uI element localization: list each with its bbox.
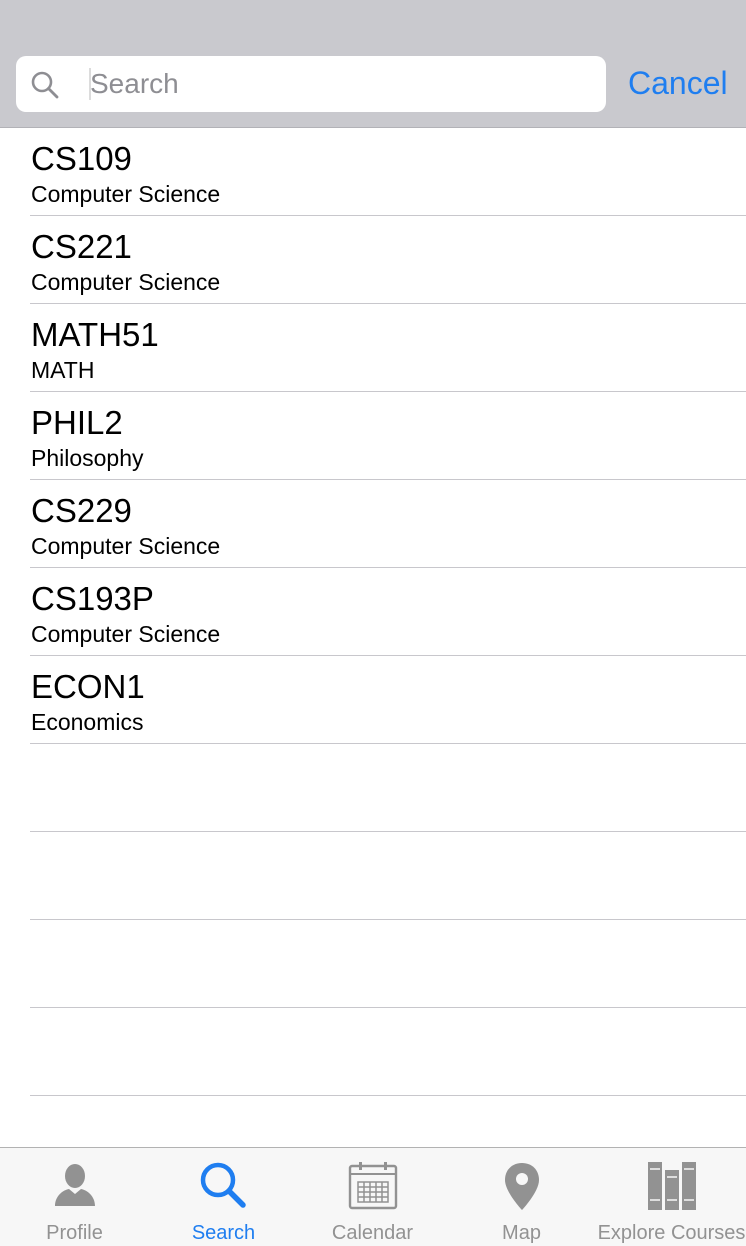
tab-label: Profile	[46, 1222, 103, 1244]
search-header: Cancel	[0, 0, 746, 128]
course-department: MATH	[31, 357, 95, 383]
course-code: CS221	[31, 228, 132, 265]
course-department: Computer Science	[31, 621, 221, 647]
list-item[interactable]: ECON1 Economics	[0, 656, 746, 744]
tab-label: Calendar	[331, 1222, 414, 1244]
tab-search[interactable]: Search	[149, 1148, 298, 1246]
search-icon	[31, 71, 59, 99]
list-item[interactable]: CS221 Computer Science	[0, 216, 746, 304]
list-item[interactable]: CS109 Computer Science	[0, 128, 746, 216]
list-item[interactable]: CS193P Computer Science	[0, 568, 746, 656]
course-code: PHIL2	[31, 404, 123, 441]
tab-label: Explore Courses	[597, 1222, 746, 1244]
calendar-icon	[348, 1162, 397, 1210]
person-icon	[54, 1164, 95, 1206]
tab-explore-courses[interactable]: Explore Courses	[597, 1148, 746, 1246]
course-search-screen: Cancel CS109 Computer Science CS221 Comp…	[0, 0, 746, 1246]
course-department: Computer Science	[31, 269, 221, 295]
tab-map[interactable]: Map	[447, 1148, 596, 1246]
list-item[interactable]: MATH51 MATH	[0, 304, 746, 392]
empty-row	[0, 744, 746, 832]
course-code: ECON1	[31, 668, 145, 705]
tab-calendar[interactable]: Calendar	[298, 1148, 447, 1246]
empty-row	[0, 1008, 746, 1096]
list-item[interactable]: PHIL2 Philosophy	[0, 392, 746, 480]
course-code: CS229	[31, 492, 132, 529]
books-icon	[647, 1162, 696, 1210]
map-pin-icon	[504, 1163, 539, 1210]
cancel-button[interactable]: Cancel	[628, 62, 728, 104]
tab-label: Search	[191, 1222, 256, 1244]
course-code: CS109	[31, 140, 132, 177]
empty-row	[0, 920, 746, 1008]
empty-row	[0, 832, 746, 920]
search-input[interactable]	[90, 64, 590, 104]
course-code: MATH51	[31, 316, 159, 353]
search-field[interactable]	[16, 56, 606, 112]
list-item[interactable]: CS229 Computer Science	[0, 480, 746, 568]
tab-label: Map	[502, 1222, 541, 1244]
tab-profile[interactable]: Profile	[0, 1148, 149, 1246]
tab-bar: Profile Search Calendar Map Explore Cour…	[0, 1147, 746, 1246]
results-list: CS109 Computer Science CS221 Computer Sc…	[0, 128, 746, 1096]
course-department: Computer Science	[31, 181, 221, 207]
course-department: Computer Science	[31, 533, 221, 559]
search-icon	[200, 1162, 246, 1208]
course-department: Philosophy	[31, 445, 144, 471]
course-department: Economics	[31, 709, 144, 735]
course-code: CS193P	[31, 580, 154, 617]
